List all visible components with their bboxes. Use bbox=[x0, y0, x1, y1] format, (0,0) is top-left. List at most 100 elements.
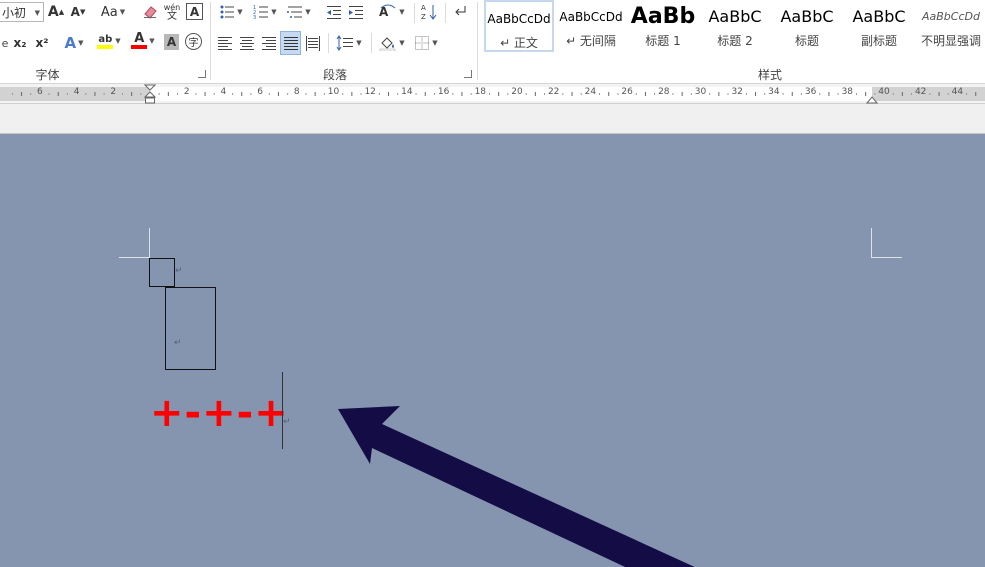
ruler-label: 22 bbox=[547, 87, 560, 97]
highlight-swatch bbox=[97, 44, 114, 49]
justify-button[interactable] bbox=[280, 31, 301, 55]
superscript-button[interactable]: x² bbox=[32, 32, 52, 54]
style-item-no-spacing[interactable]: AaBbCcDd ↵ 无间隔 bbox=[556, 0, 626, 52]
font-dialog-launcher-icon[interactable] bbox=[198, 70, 206, 78]
style-item-title[interactable]: AaBbC 标题 bbox=[772, 0, 842, 52]
style-sample: AaBbC bbox=[852, 7, 906, 26]
ruler-label: 20 bbox=[511, 87, 523, 97]
chevron-down-icon: ▼ bbox=[237, 8, 243, 16]
enclose-characters-button[interactable]: 字 bbox=[185, 33, 202, 50]
shading-button[interactable]: ▼ bbox=[376, 32, 408, 54]
style-item-subtitle[interactable]: AaBbC 副标题 bbox=[844, 0, 914, 52]
align-right-icon bbox=[262, 37, 276, 50]
ruler-label: 36 bbox=[804, 87, 817, 97]
superscript-label: x² bbox=[35, 36, 49, 50]
clear-format-button[interactable] bbox=[140, 1, 160, 23]
multilevel-list-button[interactable]: ▼ bbox=[283, 1, 315, 23]
chevron-down-icon: ▼ bbox=[399, 39, 405, 47]
sort-button[interactable]: AZ bbox=[418, 1, 440, 23]
sort-icon: AZ bbox=[421, 4, 437, 21]
chinese-layout-icon: A bbox=[379, 4, 396, 19]
style-item-heading-1[interactable]: AaBb 标题 1 bbox=[628, 0, 698, 52]
ruler-label: 32 bbox=[731, 87, 743, 97]
chevron-down-icon: ▼ bbox=[305, 8, 311, 16]
shrink-font-label: A bbox=[70, 5, 80, 19]
document-area[interactable]: ↵ ↵ +-+-+ ↵ bbox=[0, 134, 985, 567]
highlight-color-button[interactable]: ab ▼ bbox=[93, 30, 125, 52]
eraser-icon bbox=[144, 6, 157, 19]
shrink-font-button[interactable]: A ▼ bbox=[70, 1, 86, 23]
borders-icon bbox=[415, 36, 430, 50]
character-border-button[interactable]: A bbox=[186, 3, 203, 20]
right-indent-marker-icon[interactable] bbox=[866, 94, 878, 104]
chinese-layout-button[interactable]: A ▼ bbox=[376, 1, 408, 23]
text-effects-label: A bbox=[64, 34, 77, 52]
chevron-down-icon: ▼ bbox=[34, 9, 40, 17]
style-name: 不明显强调 bbox=[920, 34, 981, 48]
text-effects-button[interactable]: A ▼ bbox=[60, 32, 88, 54]
align-left-icon bbox=[218, 37, 232, 50]
align-right-button[interactable] bbox=[259, 32, 279, 54]
change-case-button[interactable]: Aa ▼ bbox=[97, 1, 129, 23]
strikethrough-button[interactable]: e bbox=[0, 32, 10, 54]
font-color-icon: A bbox=[131, 32, 148, 49]
increase-indent-icon bbox=[349, 6, 363, 19]
ruler-label: 28 bbox=[658, 87, 670, 97]
style-name: 标题 1 bbox=[645, 34, 681, 48]
decrease-indent-button[interactable] bbox=[324, 1, 344, 23]
paragraph-dialog-launcher-icon[interactable] bbox=[464, 70, 472, 78]
svg-text:A: A bbox=[379, 5, 389, 19]
font-color-button[interactable]: A ▼ bbox=[127, 30, 159, 52]
indent-marker-icon[interactable] bbox=[144, 84, 156, 104]
ruler-label: 6 bbox=[37, 87, 43, 97]
align-left-button[interactable] bbox=[215, 32, 235, 54]
paragraph-mark-icon bbox=[455, 6, 466, 16]
chevron-down-icon: ▼ bbox=[399, 8, 405, 16]
distributed-button[interactable] bbox=[303, 32, 323, 54]
ruler-label: 10 bbox=[327, 87, 340, 97]
toolbar-divider bbox=[414, 3, 415, 23]
style-item-heading-2[interactable]: AaBbC 标题 2 bbox=[700, 0, 770, 52]
ruler-label: 6 bbox=[257, 87, 263, 97]
ruler-label: 24 bbox=[584, 87, 597, 97]
ruler-label: 8 bbox=[293, 87, 300, 97]
paint-bucket-icon bbox=[380, 37, 396, 51]
bullets-button[interactable]: ▼ bbox=[215, 1, 247, 23]
svg-text:Z: Z bbox=[421, 13, 426, 21]
character-shading-label: A bbox=[166, 35, 177, 49]
style-sample: AaBb bbox=[630, 4, 696, 29]
font-size-select[interactable]: 小初 ▼ bbox=[0, 2, 44, 22]
toolbar-divider bbox=[371, 33, 372, 53]
numbering-button[interactable]: 123 ▼ bbox=[249, 1, 281, 23]
subscript-button[interactable]: x₂ bbox=[10, 32, 30, 54]
multilevel-list-icon bbox=[287, 6, 303, 18]
ruler-label: 38 bbox=[841, 87, 854, 97]
ruler-label: 30 bbox=[694, 87, 707, 97]
ribbon: 小初 ▼ A ▲ A ▼ Aa ▼ wén 文 A e x₂ x² A ▼ ab… bbox=[0, 0, 985, 84]
show-hide-marks-button[interactable] bbox=[451, 1, 471, 23]
line-spacing-button[interactable]: ▼ bbox=[333, 32, 365, 54]
line-spacing-icon bbox=[336, 35, 354, 51]
justify-icon bbox=[283, 37, 298, 50]
style-item-subtle-emphasis[interactable]: AaBbCcDd 不明显强调 bbox=[916, 0, 985, 52]
highlight-label: ab bbox=[98, 33, 113, 45]
ruler-label: 2 bbox=[183, 87, 190, 97]
font-size-value: 小初 bbox=[2, 5, 27, 20]
chevron-down-icon: ▼ bbox=[149, 37, 155, 45]
style-sample: AaBbCcDd bbox=[922, 10, 980, 23]
align-center-button[interactable] bbox=[237, 32, 257, 54]
grow-font-button[interactable]: A ▲ bbox=[48, 1, 64, 23]
ruler-label: 42 bbox=[914, 87, 927, 97]
borders-button[interactable]: ▼ bbox=[410, 32, 442, 54]
increase-indent-button[interactable] bbox=[346, 1, 366, 23]
phonetic-guide-button[interactable]: wén 文 bbox=[162, 1, 182, 23]
style-sample: AaBbCcDd bbox=[559, 10, 623, 24]
style-item-normal[interactable]: AaBbCcDd ↵ 正文 bbox=[484, 0, 554, 52]
horizontal-ruler[interactable]: 6 4 2 2 4 6 8 10 12 14 16 18 20 22 24 26 28 30 32 34 36 38 40 4… bbox=[0, 84, 985, 104]
phonetic-bottom-label: 文 bbox=[167, 11, 177, 22]
font-color-swatch bbox=[131, 45, 148, 49]
ruler-label: 16 bbox=[437, 87, 450, 97]
character-shading-button[interactable]: A bbox=[164, 34, 179, 50]
svg-text:3: 3 bbox=[253, 15, 256, 20]
chevron-down-icon: ▼ bbox=[271, 8, 277, 16]
